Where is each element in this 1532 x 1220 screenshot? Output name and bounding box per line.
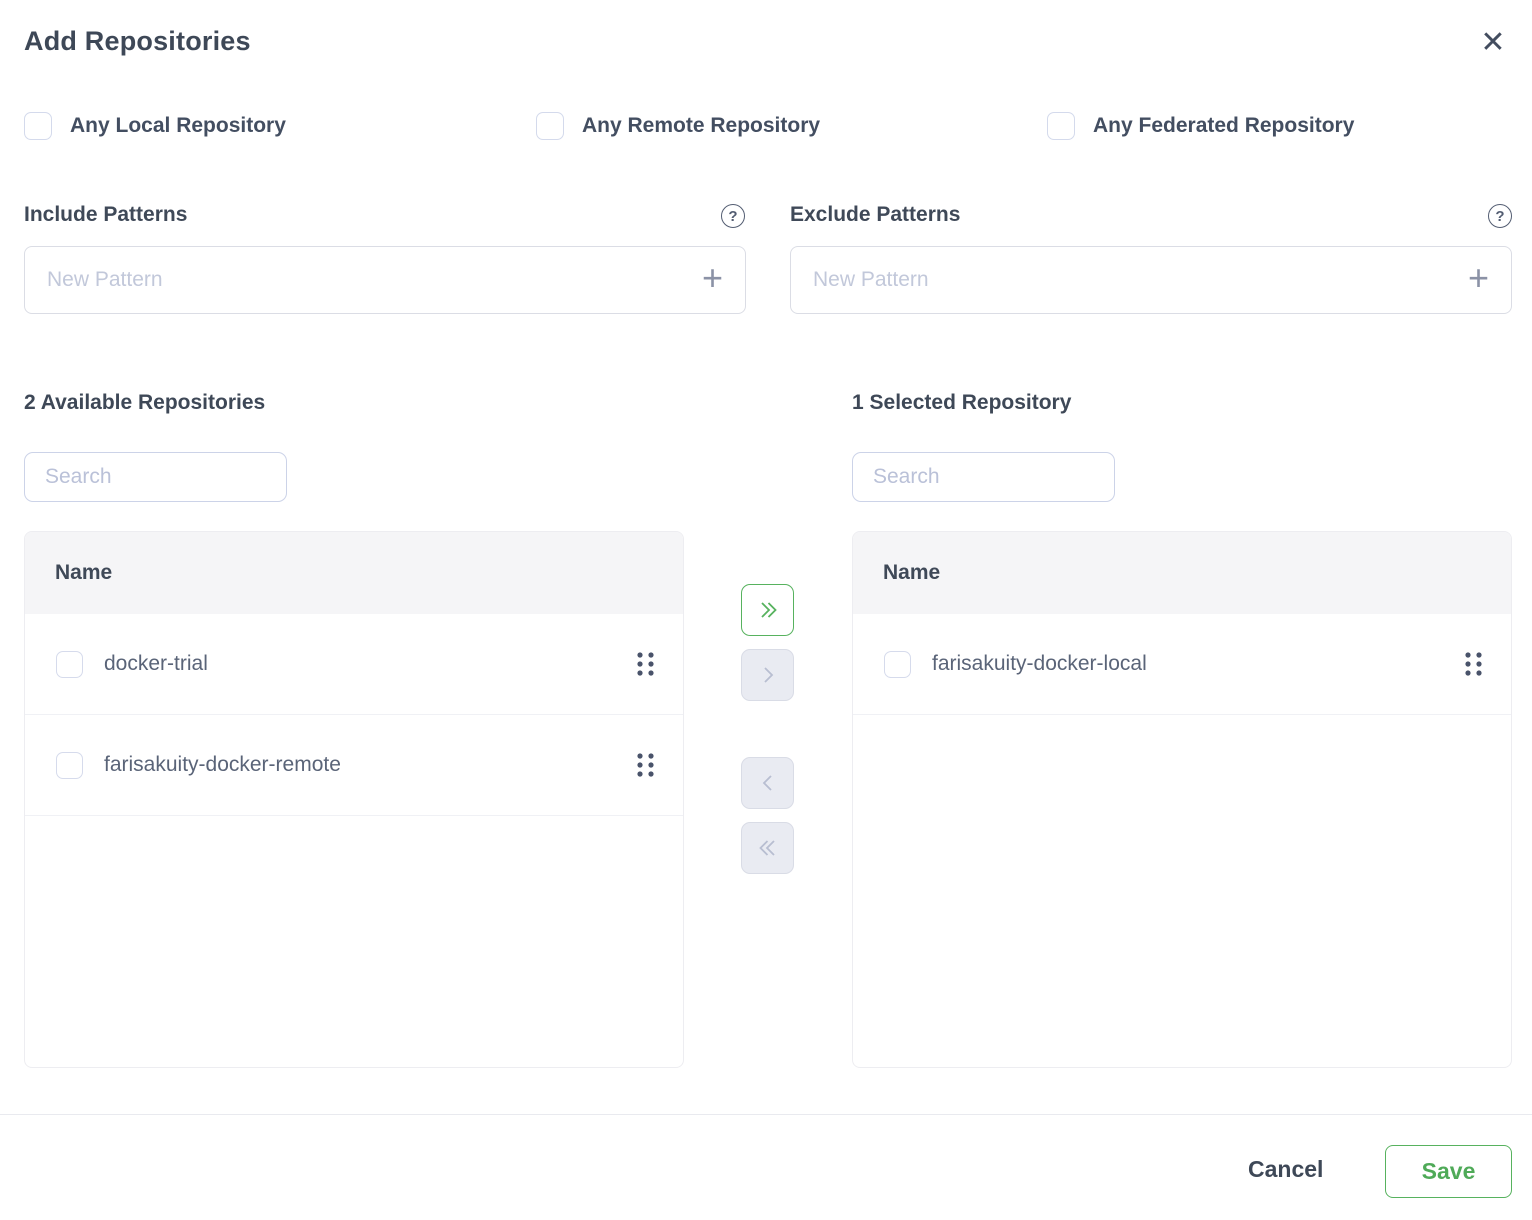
any-remote-repository-label: Any Remote Repository	[582, 114, 820, 138]
include-pattern-input[interactable]	[47, 268, 700, 292]
table-column-header: Name	[853, 532, 1511, 614]
repository-name: farisakuity-docker-remote	[104, 753, 636, 777]
available-search-input[interactable]	[45, 465, 266, 489]
drag-handle-icon[interactable]	[1464, 651, 1483, 677]
any-federated-repository-checkbox[interactable]	[1047, 112, 1075, 140]
selected-search-field	[852, 452, 1115, 502]
exclude-pattern-input[interactable]	[813, 268, 1466, 292]
move-all-right-button[interactable]	[741, 584, 794, 636]
move-all-left-button[interactable]	[741, 822, 794, 874]
any-federated-repository-option[interactable]: Any Federated Repository	[1047, 112, 1354, 140]
drag-handle-icon[interactable]	[636, 651, 655, 677]
move-right-button[interactable]	[741, 649, 794, 701]
add-exclude-pattern-icon[interactable]: +	[1466, 260, 1491, 300]
any-local-repository-checkbox[interactable]	[24, 112, 52, 140]
double-chevron-right-icon	[754, 596, 782, 624]
table-row[interactable]: farisakuity-docker-remote	[25, 715, 683, 816]
row-checkbox[interactable]	[56, 651, 83, 678]
any-remote-repository-option[interactable]: Any Remote Repository	[536, 112, 820, 140]
chevron-left-icon	[754, 769, 782, 797]
include-patterns-label: Include Patterns	[24, 203, 187, 227]
help-icon[interactable]: ?	[1488, 204, 1512, 228]
add-include-pattern-icon[interactable]: +	[700, 260, 725, 300]
chevron-right-icon	[754, 661, 782, 689]
exclude-pattern-field: +	[790, 246, 1512, 314]
any-federated-repository-label: Any Federated Repository	[1093, 114, 1354, 138]
table-row[interactable]: farisakuity-docker-local	[853, 614, 1511, 715]
move-left-button[interactable]	[741, 757, 794, 809]
close-icon[interactable]: ✕	[1473, 22, 1513, 62]
repository-name: docker-trial	[104, 652, 636, 676]
available-search-field	[24, 452, 287, 502]
selected-search-input[interactable]	[873, 465, 1094, 489]
exclude-patterns-label: Exclude Patterns	[790, 203, 960, 227]
any-remote-repository-checkbox[interactable]	[536, 112, 564, 140]
cancel-button[interactable]: Cancel	[1248, 1156, 1323, 1183]
available-repositories-title: 2 Available Repositories	[24, 391, 265, 415]
any-local-repository-option[interactable]: Any Local Repository	[24, 112, 286, 140]
table-row[interactable]: docker-trial	[25, 614, 683, 715]
dialog-title: Add Repositories	[24, 26, 251, 57]
table-column-header: Name	[25, 532, 683, 614]
selected-repository-title: 1 Selected Repository	[852, 391, 1071, 415]
footer-divider	[0, 1114, 1532, 1115]
selected-repositories-table: Name farisakuity-docker-local	[852, 531, 1512, 1068]
drag-handle-icon[interactable]	[636, 752, 655, 778]
available-repositories-table: Name docker-trial farisakuity-docker-rem…	[24, 531, 684, 1068]
row-checkbox[interactable]	[56, 752, 83, 779]
include-pattern-field: +	[24, 246, 746, 314]
double-chevron-left-icon	[754, 834, 782, 862]
repository-name: farisakuity-docker-local	[932, 652, 1464, 676]
save-button[interactable]: Save	[1385, 1145, 1512, 1198]
row-checkbox[interactable]	[884, 651, 911, 678]
any-local-repository-label: Any Local Repository	[70, 114, 286, 138]
help-icon[interactable]: ?	[721, 204, 745, 228]
